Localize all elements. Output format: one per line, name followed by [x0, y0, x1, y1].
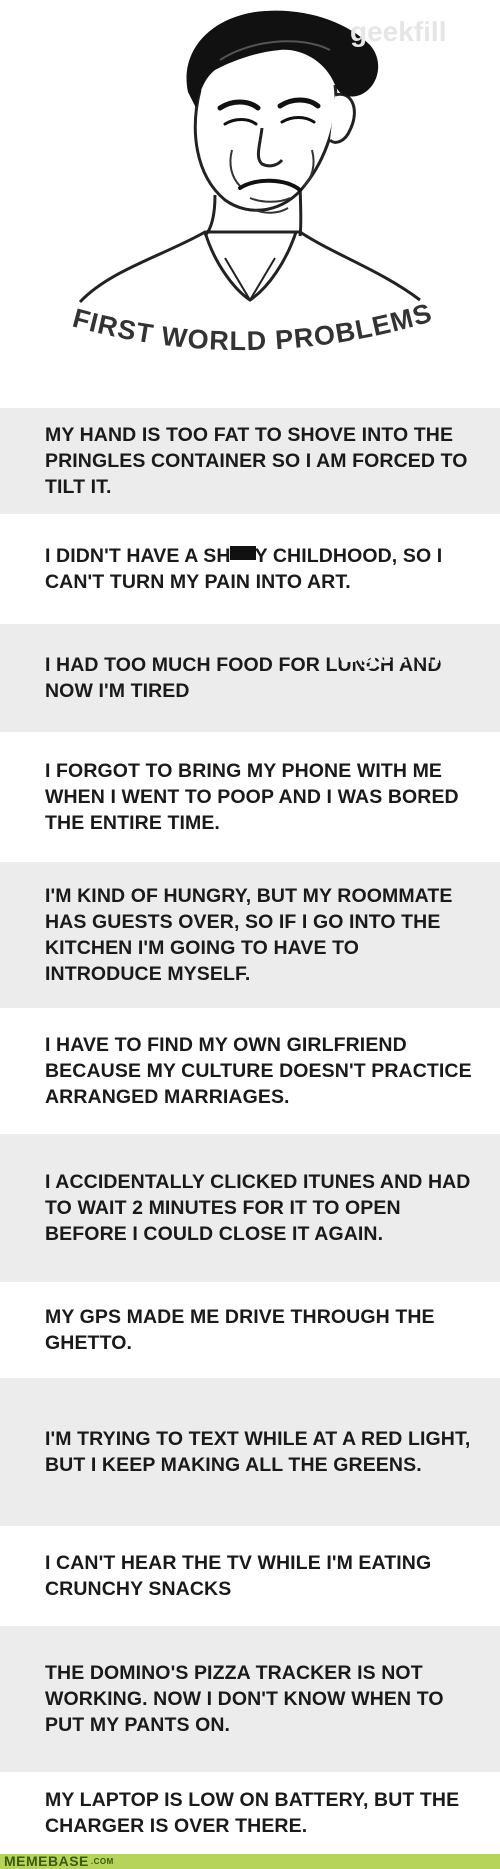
- page-title: FIRST WORLD PROBLEMS: [70, 298, 436, 357]
- watermark-text: geekfill: [360, 1400, 457, 1431]
- footer-brand: MEMEBASE .COM: [4, 1853, 114, 1869]
- list-item: I'M KIND OF HUNGRY, BUT MY ROOMMATE HAS …: [0, 862, 500, 1008]
- watermark-text: geekfill: [350, 16, 447, 47]
- problem-text: MY HAND IS TOO FAT TO SHOVE INTO THE PRI…: [45, 424, 468, 498]
- problem-text: I FORGOT TO BRING MY PHONE WITH ME WHEN …: [45, 760, 459, 834]
- problem-text: THE DOMINO'S PIZZA TRACKER IS NOT WORKIN…: [45, 1662, 444, 1736]
- problem-text: I'M TRYING TO TEXT WHILE AT A RED LIGHT,…: [45, 1428, 471, 1476]
- problem-text: I ACCIDENTALLY CLICKED ITUNES AND HAD TO…: [45, 1171, 471, 1245]
- list-item: MY HAND IS TOO FAT TO SHOVE INTO THE PRI…: [0, 408, 500, 514]
- problem-text: MY LAPTOP IS LOW ON BATTERY, BUT THE CHA…: [45, 1789, 460, 1837]
- watermark-logo-icon: [340, 1402, 358, 1424]
- crying-face-illustration: FIRST WORLD PROBLEMS: [70, 10, 436, 357]
- list-item: I ACCIDENTALLY CLICKED ITUNES AND HAD TO…: [0, 1134, 500, 1282]
- list-item: MY LAPTOP IS LOW ON BATTERY, BUT THE CHA…: [0, 1772, 500, 1854]
- problems-list: MY HAND IS TOO FAT TO SHOVE INTO THE PRI…: [0, 408, 500, 1854]
- list-item: I CAN'T HEAR THE TV WHILE I'M EATING CRU…: [0, 1526, 500, 1626]
- list-item: I HAVE TO FIND MY OWN GIRLFRIEND BECAUSE…: [0, 1008, 500, 1134]
- problem-text: I CAN'T HEAR THE TV WHILE I'M EATING CRU…: [45, 1552, 432, 1600]
- censor-bar: [229, 546, 256, 560]
- list-item: THE DOMINO'S PIZZA TRACKER IS NOT WORKIN…: [0, 1626, 500, 1772]
- list-item: I DIDN'T HAVE A SH Y CHILDHOOD, SO I CAN'…: [0, 514, 500, 624]
- problem-text: I DIDN'T HAVE A SH Y CHILDHOOD, SO I CAN'…: [45, 545, 443, 593]
- watermark-logo-icon: [340, 640, 358, 662]
- footer-banner: MEMEBASE .COM: [0, 1854, 500, 1869]
- problem-text: I HAVE TO FIND MY OWN GIRLFRIEND BECAUSE…: [45, 1034, 472, 1108]
- header: FIRST WORLD PROBLEMS geekfill: [0, 0, 500, 408]
- problem-text: MY GPS MADE ME DRIVE THROUGH THE GHETTO.: [45, 1306, 435, 1354]
- watermark-text: geekfill: [360, 638, 457, 669]
- list-item: MY GPS MADE ME DRIVE THROUGH THE GHETTO.: [0, 1282, 500, 1378]
- problem-text: I'M KIND OF HUNGRY, BUT MY ROOMMATE HAS …: [45, 885, 453, 985]
- list-item: I FORGOT TO BRING MY PHONE WITH ME WHEN …: [0, 732, 500, 862]
